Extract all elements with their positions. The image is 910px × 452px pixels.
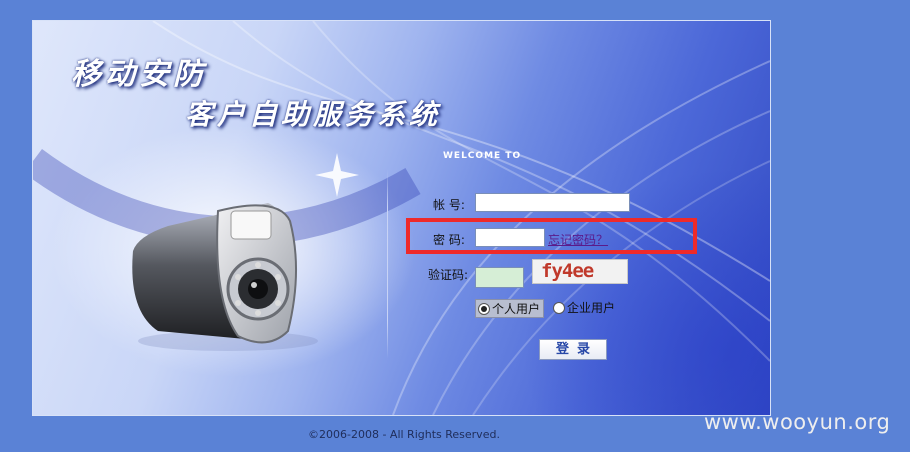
- user-type-enterprise[interactable]: 企业用户: [553, 299, 615, 316]
- captcha-label: 验证码:: [428, 268, 469, 282]
- panel-divider: [387, 169, 388, 359]
- login-button[interactable]: 登录: [539, 339, 607, 360]
- radio-personal-icon[interactable]: [478, 302, 490, 315]
- user-type-personal-label: 个人用户: [492, 302, 541, 316]
- security-camera-icon: [132, 203, 318, 351]
- user-type-personal[interactable]: 个人用户: [475, 299, 545, 318]
- account-label: 帐 号:: [433, 198, 465, 212]
- captcha-input[interactable]: [475, 267, 524, 288]
- highlight-box: [406, 218, 697, 254]
- radio-enterprise-icon[interactable]: [553, 301, 565, 314]
- copyright-text: ©2006-2008 - All Rights Reserved.: [308, 428, 500, 441]
- watermark-text: www.wooyun.org: [704, 410, 891, 434]
- user-type-enterprise-label: 企业用户: [567, 301, 616, 315]
- brand-title: 移动安防: [71, 57, 207, 92]
- welcome-text: WELCOME TO: [443, 151, 522, 161]
- captcha-image[interactable]: fy4ee: [532, 259, 628, 284]
- account-input[interactable]: [475, 193, 630, 212]
- brand-subtitle: 客户自助服务系统: [185, 98, 442, 131]
